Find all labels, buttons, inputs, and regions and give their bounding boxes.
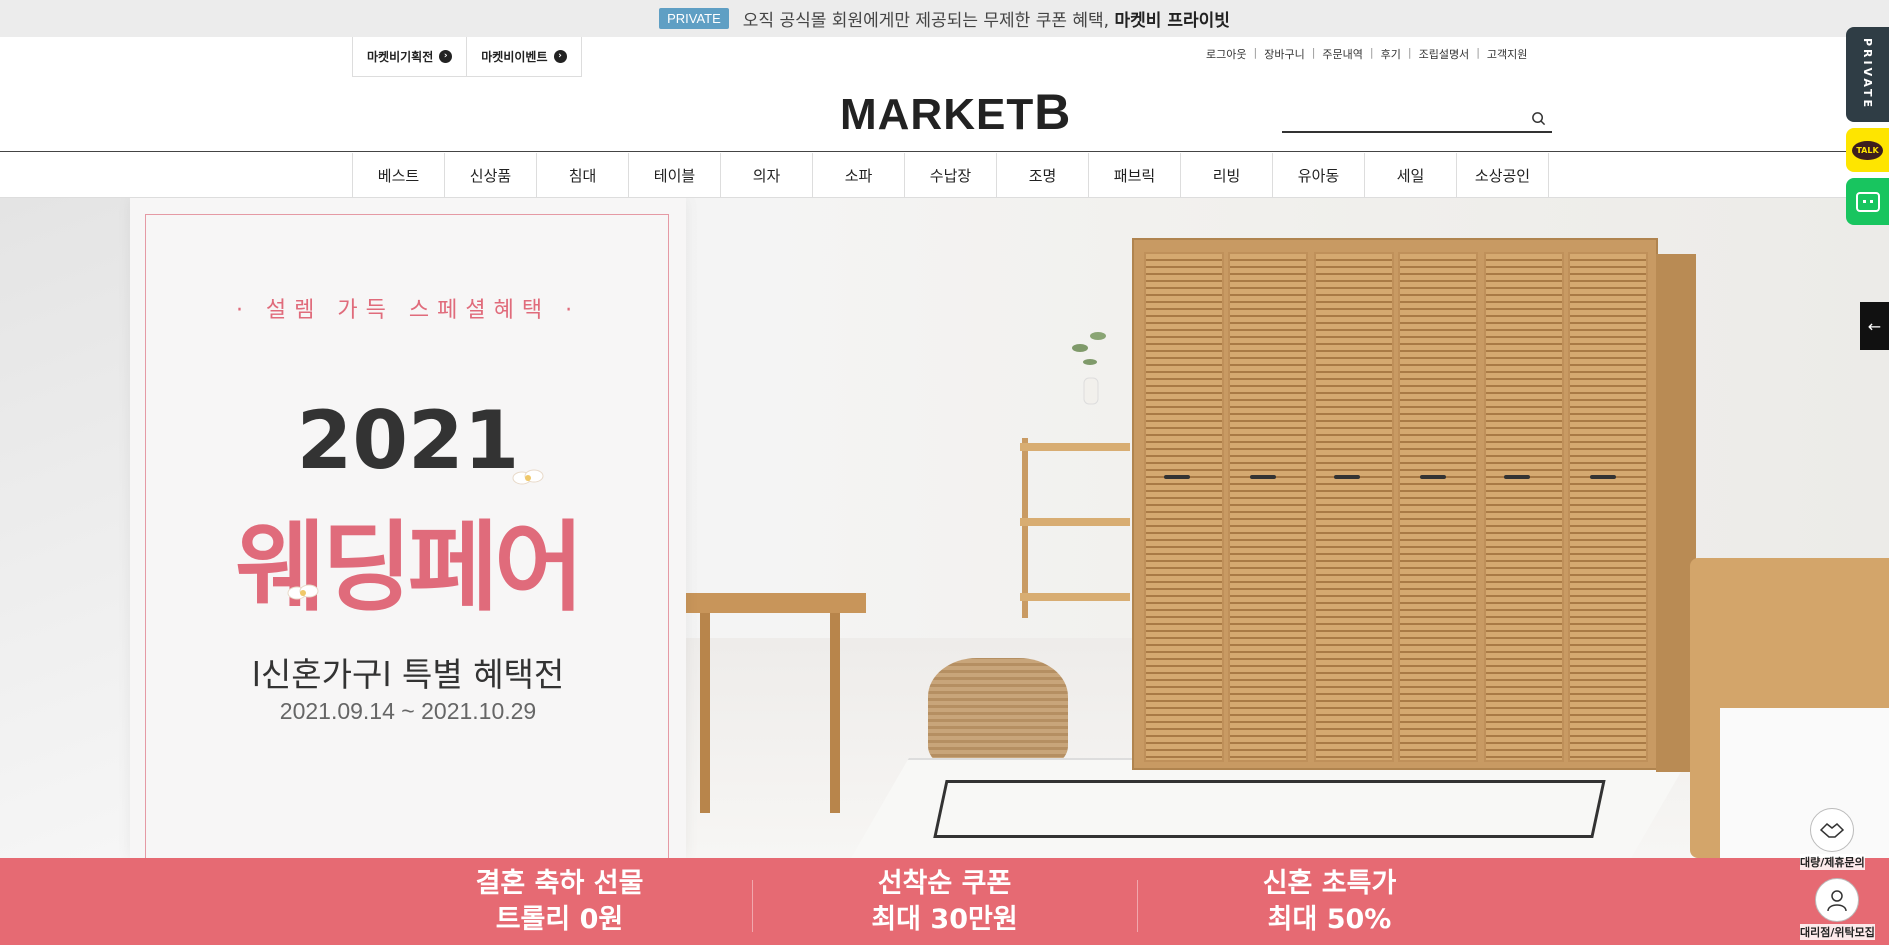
customer-support-link[interactable]: 고객지원 xyxy=(1487,46,1527,62)
kakao-talk-icon: TALK xyxy=(1852,140,1883,160)
top-promo-bar[interactable]: PRIVATE 오직 공식몰 회원에게만 제공되는 무제한 쿠폰 혜택, 마켓비… xyxy=(0,0,1889,37)
agency-recruit-button[interactable]: 대리점/위탁모집 xyxy=(1800,878,1875,940)
kakao-talk-button[interactable]: TALK xyxy=(1846,128,1889,172)
nav-item-lighting[interactable]: 조명 xyxy=(997,153,1089,197)
promo-text: 오직 공식몰 회원에게만 제공되는 무제한 쿠폰 혜택, 마켓비 프라이빗 xyxy=(742,11,1230,31)
utility-links: 로그아웃 | 장바구니 | 주문내역 | 후기 | 조립설명서 | 고객지원 xyxy=(1206,46,1528,62)
wedding-fair-card[interactable]: · 설렘 가득 스페셜혜택 · 2021 웨딩페어 l신혼가구l 특별 혜택전 … xyxy=(130,198,686,858)
site-logo[interactable]: MARKETB xyxy=(840,83,1071,141)
nav-item-fabric[interactable]: 패브릭 xyxy=(1089,153,1181,197)
corner-shelf xyxy=(1020,518,1130,526)
arrow-right-circle-icon: › xyxy=(439,50,453,63)
category-nav: 베스트 신상품 침대 테이블 의자 소파 수납장 조명 패브릭 리빙 유아동 세… xyxy=(352,153,1549,197)
nav-item-sofa[interactable]: 소파 xyxy=(813,153,905,197)
tab-events[interactable]: 마켓비이벤트 › xyxy=(467,37,580,76)
rug-image xyxy=(851,758,1689,858)
chat-icon xyxy=(1855,191,1880,212)
wardrobe-image xyxy=(1132,238,1696,772)
promo-brand: 마켓비 프라이빗 xyxy=(1114,11,1230,31)
nav-item-small-business[interactable]: 소상공인 xyxy=(1457,153,1549,197)
assembly-guide-link[interactable]: 조립설명서 xyxy=(1419,46,1470,62)
flower-icon xyxy=(287,584,319,600)
reviews-link[interactable]: 후기 xyxy=(1381,46,1401,62)
hero-banner[interactable]: · 설렘 가득 스페셜혜택 · 2021 웨딩페어 l신혼가구l 특별 혜택전 … xyxy=(0,198,1889,858)
bulk-partnership-button[interactable]: 대량/제휴문의 xyxy=(1800,808,1865,870)
window-light xyxy=(0,198,130,858)
card-headline: l신혼가구l 특별 혜택전 xyxy=(251,655,565,694)
nav-item-living[interactable]: 리빙 xyxy=(1181,153,1273,197)
nav-item-new[interactable]: 신상품 xyxy=(445,153,537,197)
card-title: 웨딩페어 xyxy=(235,511,585,625)
site-header: 마켓비기획전 › 마켓비이벤트 › 로그아웃 | 장바구니 | 주문내역 | 후기 | … xyxy=(0,37,1889,152)
desk-leg xyxy=(830,613,840,813)
card-dates: 2021.09.14 ~ 2021.10.29 xyxy=(279,698,537,724)
desk-leg xyxy=(700,613,710,813)
card-year: 2021 xyxy=(296,394,520,487)
private-badge: PRIVATE xyxy=(659,8,729,29)
person-icon xyxy=(1815,878,1860,922)
card-subtitle: · 설렘 가득 스페셜혜택 · xyxy=(235,298,581,323)
benefits-banner[interactable]: 결혼 축하 선물 트롤리 0원 선착순 쿠폰 최대 30만원 신혼 초특가 최대… xyxy=(0,858,1889,945)
chat-button[interactable] xyxy=(1846,178,1889,225)
arrow-left-icon[interactable]: ← xyxy=(1860,302,1889,350)
nav-item-bed[interactable]: 침대 xyxy=(537,153,629,197)
private-side-tab[interactable]: PRIVATE xyxy=(1846,27,1889,122)
benefit-discount[interactable]: 신혼 초특가 최대 50% xyxy=(1137,858,1522,945)
handshake-icon xyxy=(1810,808,1855,852)
corner-shelf-post xyxy=(1022,438,1028,618)
search-icon[interactable] xyxy=(1531,111,1546,126)
nav-item-kids[interactable]: 유아동 xyxy=(1273,153,1365,197)
corner-shelf xyxy=(1020,443,1130,451)
pouf-image xyxy=(928,658,1068,768)
search-box xyxy=(1282,107,1552,133)
plant-image xyxy=(1072,332,1106,405)
nav-item-chair[interactable]: 의자 xyxy=(721,153,813,197)
nav-item-table[interactable]: 테이블 xyxy=(629,153,721,197)
flower-icon xyxy=(512,469,544,485)
desk-image xyxy=(686,593,866,613)
search-input[interactable] xyxy=(1282,107,1522,131)
orders-link[interactable]: 주문내역 xyxy=(1322,46,1362,62)
nav-item-best[interactable]: 베스트 xyxy=(353,153,445,197)
nav-item-sale[interactable]: 세일 xyxy=(1365,153,1457,197)
corner-shelf xyxy=(1020,593,1130,601)
nav-item-storage[interactable]: 수납장 xyxy=(905,153,997,197)
arrow-right-circle-icon: › xyxy=(553,50,567,63)
logout-link[interactable]: 로그아웃 xyxy=(1206,46,1246,62)
benefit-coupon[interactable]: 선착순 쿠폰 최대 30만원 xyxy=(752,858,1137,945)
tab-planned-exhibition[interactable]: 마켓비기획전 › xyxy=(353,37,468,76)
event-tabs: 마켓비기획전 › 마켓비이벤트 › xyxy=(352,37,582,77)
benefit-gift[interactable]: 결혼 축하 선물 트롤리 0원 xyxy=(367,858,752,945)
cart-link[interactable]: 장바구니 xyxy=(1264,46,1304,62)
